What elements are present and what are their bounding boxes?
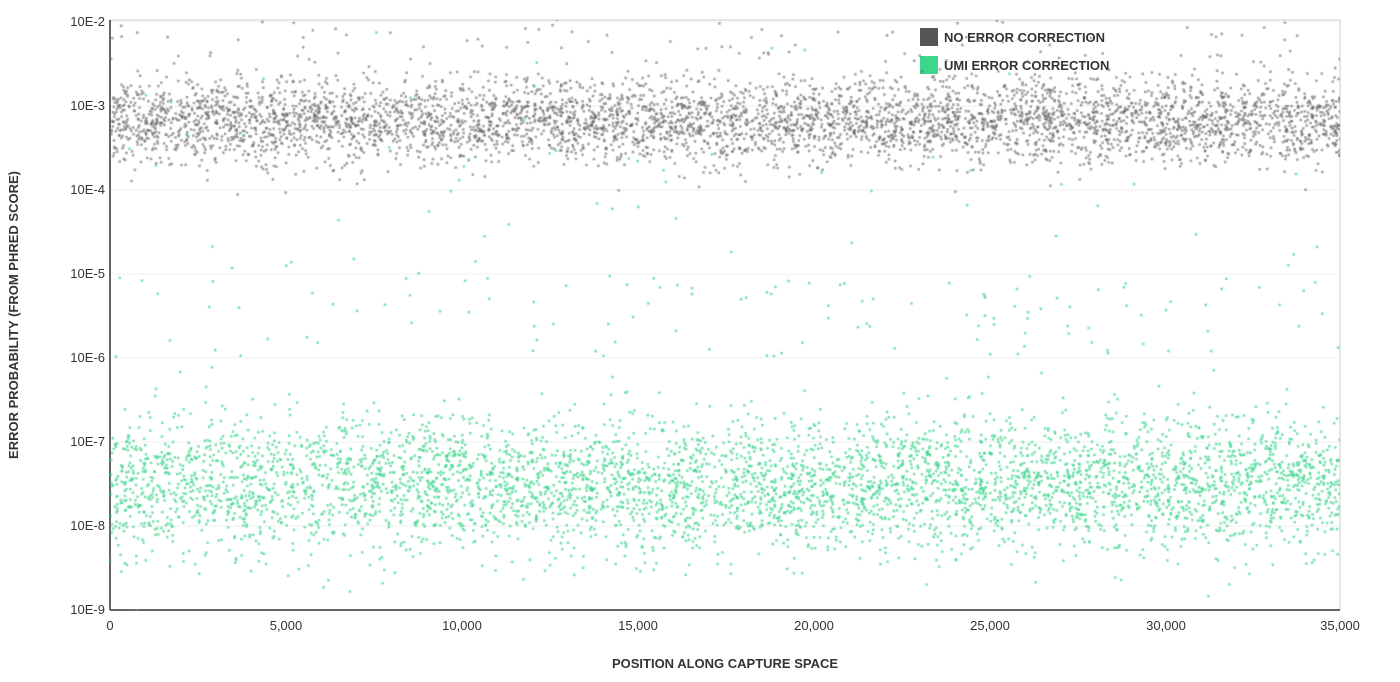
x-axis-label: POSITION ALONG CAPTURE SPACE — [612, 656, 838, 671]
svg-text:25,000: 25,000 — [970, 618, 1010, 633]
svg-text:10E-2: 10E-2 — [70, 14, 105, 29]
svg-text:10E-8: 10E-8 — [70, 518, 105, 533]
svg-text:10E-3: 10E-3 — [70, 98, 105, 113]
svg-text:10E-7: 10E-7 — [70, 434, 105, 449]
svg-text:10E-4: 10E-4 — [70, 182, 105, 197]
svg-text:5,000: 5,000 — [270, 618, 303, 633]
svg-text:10E-9: 10E-9 — [70, 602, 105, 617]
chart-container: 10E-9 10E-8 10E-7 10E-6 10E-5 10E-4 10E-… — [0, 0, 1400, 682]
y-axis-label: ERROR PROBABILITY (FROM PHRED SCORE) — [6, 171, 21, 459]
svg-text:10E-6: 10E-6 — [70, 350, 105, 365]
x-tick-labels: 0 5,000 10,000 15,000 20,000 25,000 30,0… — [106, 618, 1360, 633]
svg-text:30,000: 30,000 — [1146, 618, 1186, 633]
svg-text:20,000: 20,000 — [794, 618, 834, 633]
svg-text:10E-5: 10E-5 — [70, 266, 105, 281]
y-tick-labels: 10E-9 10E-8 10E-7 10E-6 10E-5 10E-4 10E-… — [70, 14, 105, 617]
svg-text:10,000: 10,000 — [442, 618, 482, 633]
svg-text:15,000: 15,000 — [618, 618, 658, 633]
scatter-plot: 10E-9 10E-8 10E-7 10E-6 10E-5 10E-4 10E-… — [0, 0, 1400, 682]
svg-text:35,000: 35,000 — [1320, 618, 1360, 633]
svg-text:0: 0 — [106, 618, 113, 633]
